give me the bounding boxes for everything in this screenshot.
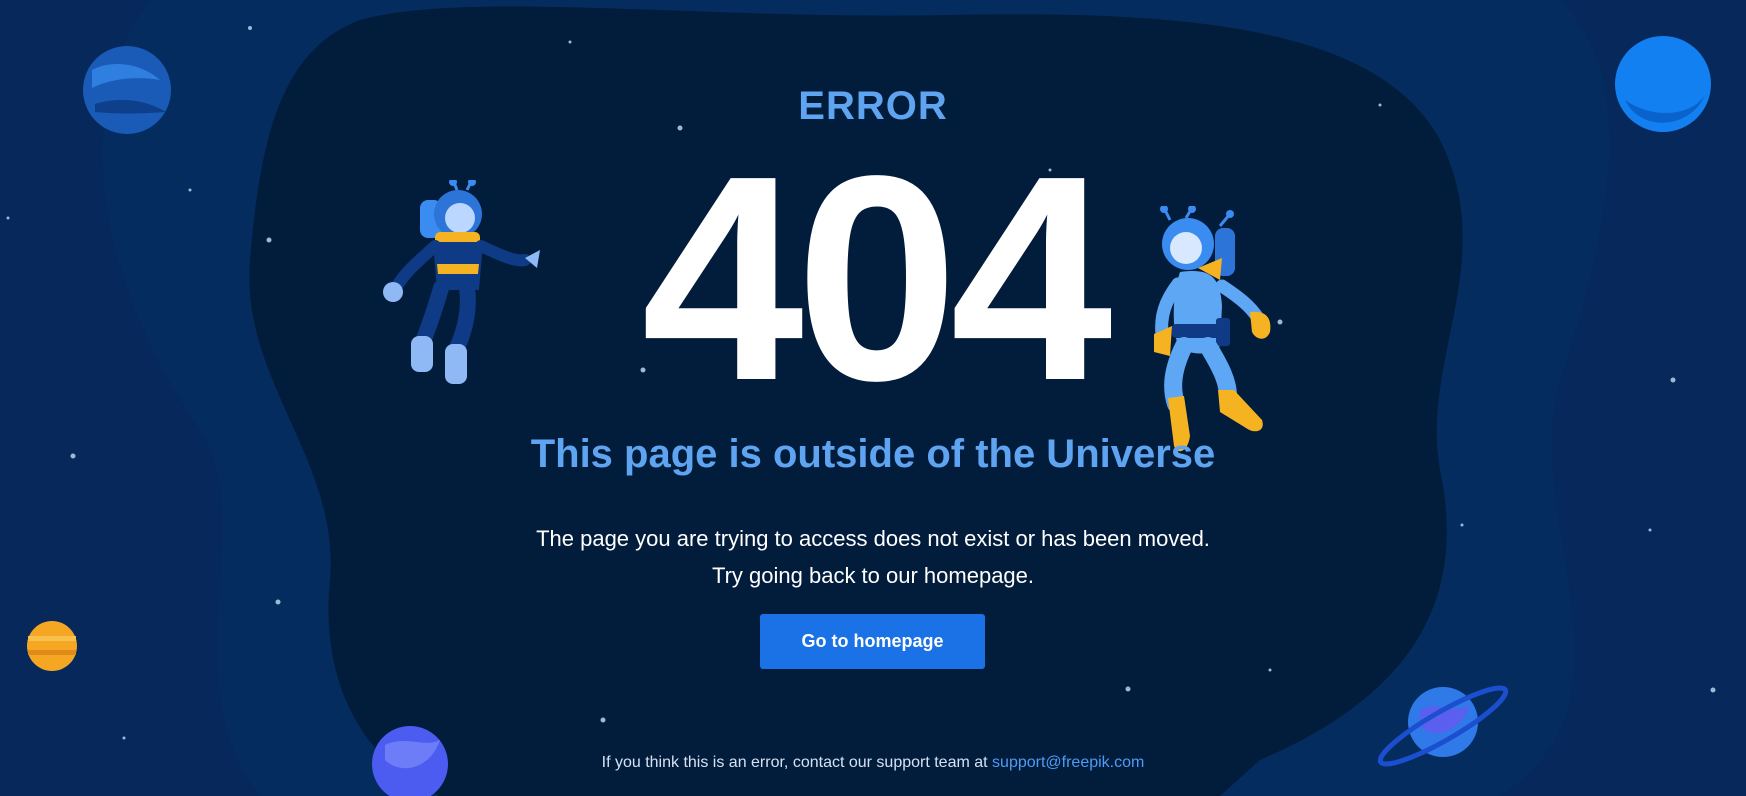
error-headline: This page is outside of the Universe [530, 432, 1216, 476]
footer-text: If you think this is an error, contact o… [601, 754, 988, 771]
main-content: ERROR 404 This page is outside of the Un… [0, 0, 1746, 796]
support-footer: If you think this is an error, contact o… [0, 754, 1746, 772]
error-description: The page you are trying to access does n… [0, 520, 1746, 594]
error-code: 404 [641, 115, 1112, 441]
go-to-homepage-button[interactable]: Go to homepage [760, 614, 985, 669]
support-email-link[interactable]: support@freepik.com [992, 754, 1144, 771]
astronaut-icon [383, 180, 540, 384]
description-line: The page you are trying to access does n… [536, 526, 1210, 551]
description-line: Try going back to our homepage. [711, 563, 1035, 588]
error-page: ERROR 404 This page is outside of the Un… [0, 0, 1746, 796]
astronaut-icon [1154, 206, 1271, 452]
